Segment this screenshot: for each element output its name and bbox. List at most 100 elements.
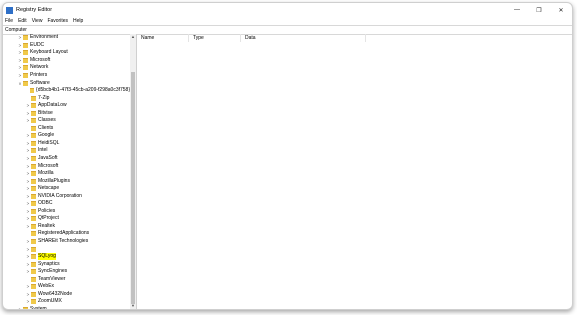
tree-item[interactable]: > SHAREit Technologies — [3, 238, 130, 246]
tree-item[interactable]: > EUDC — [3, 42, 130, 50]
tree-item[interactable]: RegisteredApplications — [3, 230, 130, 238]
tree-item[interactable]: > SQLyog — [3, 253, 130, 261]
menu-help[interactable]: Help — [73, 18, 83, 24]
menu-edit[interactable]: Edit — [18, 18, 27, 24]
tree-item[interactable]: > Classes — [3, 117, 130, 125]
tree-item-label: SHAREit Technologies — [38, 238, 89, 245]
tree-item-label: 7-Zip — [38, 94, 50, 101]
tree-item-label: QtProject — [38, 215, 59, 222]
tree-item-label: ODBC — [38, 200, 53, 207]
tree-item-label: Wow6432Node — [38, 290, 73, 297]
tree-item-label: NVIDIA Corporation — [38, 192, 82, 199]
folder-icon — [23, 306, 28, 309]
folder-icon — [31, 231, 36, 237]
tree-item[interactable]: > JavaSoft — [3, 155, 130, 163]
folder-icon — [23, 65, 28, 71]
folder-icon — [31, 148, 36, 154]
tree-item[interactable]: > Keyboard Layout — [3, 49, 130, 57]
tree-item-label: Keyboard Layout — [30, 49, 68, 56]
tree-item[interactable]: > Mozilla — [3, 170, 130, 178]
close-button[interactable]: ✕ — [550, 3, 572, 17]
folder-icon — [31, 208, 36, 214]
folder-icon — [31, 171, 36, 177]
tree-item-label: Mozilla — [38, 170, 54, 177]
tree-item[interactable]: > SyncEngines — [3, 268, 130, 276]
column-header-data[interactable]: Data — [241, 34, 366, 42]
maximize-button[interactable]: ❐ — [528, 3, 550, 17]
column-header-name[interactable]: Name — [137, 34, 189, 42]
tree-item[interactable]: > AppDataLow — [3, 102, 130, 110]
folder-icon — [31, 163, 36, 169]
folder-icon — [23, 73, 28, 78]
tree-item[interactable]: {d5bcb4b1-47f3-45cb-a209-f298a0c3f758} — [3, 87, 130, 95]
tree-item[interactable]: > Wow6432Node — [3, 291, 130, 299]
tree-item[interactable]: > Netscape — [3, 185, 130, 193]
scroll-down-arrow-icon[interactable]: ▼ — [130, 303, 136, 309]
tree-item[interactable]: > Printers — [3, 72, 130, 80]
scroll-up-arrow-icon[interactable]: ▲ — [130, 34, 136, 40]
folder-icon — [31, 125, 36, 131]
tree-item-label: Clients — [38, 124, 54, 131]
tree-item[interactable]: > Google — [3, 132, 130, 140]
folder-icon — [23, 42, 28, 48]
tree-item[interactable]: > Realtek — [3, 223, 130, 231]
registry-tree: > Environment > EUDC > Keyboard Layout > Micros… — [3, 34, 130, 309]
values-list-pane: Name Type Data — [137, 34, 572, 309]
tree-item-label: Classes — [38, 117, 56, 124]
tree-item-label: Synaptics — [38, 260, 60, 267]
tree-item[interactable]: > WebEx — [3, 283, 130, 291]
tree-item[interactable]: > Microsoft — [3, 162, 130, 170]
folder-icon — [31, 284, 36, 290]
tree-item-label: Printers — [30, 72, 48, 78]
tree-item-label: Bitvise — [38, 109, 53, 116]
folder-icon — [31, 118, 36, 124]
tree-item[interactable]: >System — [3, 306, 130, 309]
tree-item-label: SQLyog — [38, 253, 56, 261]
tree-item[interactable]: > Policies — [3, 208, 130, 216]
folder-icon — [31, 223, 36, 229]
tree-item[interactable]: > MozillaPlugins — [3, 177, 130, 185]
tree-item[interactable]: > HeidiSQL — [3, 140, 130, 148]
tree-item[interactable]: > Microsoft — [3, 57, 130, 65]
tree-item[interactable]: > Synaptics — [3, 260, 130, 268]
folder-icon — [31, 95, 36, 101]
menu-file[interactable]: File — [5, 18, 13, 24]
tree-item-label: ZoomUMX — [38, 298, 62, 305]
tree-item[interactable]: > Bitvise — [3, 109, 130, 117]
column-header-type[interactable]: Type — [189, 34, 241, 42]
tree-item[interactable]: > ODBC — [3, 200, 130, 208]
folder-icon — [31, 178, 36, 184]
tree-item-label: Google — [38, 132, 55, 139]
tree-scrollbar[interactable]: ▲ ▼ — [130, 34, 136, 309]
tree-item-label: Intel — [38, 147, 48, 154]
minimize-button[interactable]: — — [506, 3, 528, 17]
tree-item-label: RegisteredApplications — [38, 230, 90, 237]
tree-pane: > Environment > EUDC > Keyboard Layout > Micros… — [3, 34, 137, 309]
tree-item-label: HeidiSQL — [38, 139, 60, 146]
folder-icon — [31, 156, 36, 162]
tree-item[interactable]: > Environment — [3, 34, 130, 42]
tree-item-label: EUDC — [30, 41, 45, 48]
tree-item[interactable]: > Network — [3, 64, 130, 72]
tree-item-label: JavaSoft — [38, 155, 58, 162]
tree-item[interactable]: > ZoomUMX — [3, 298, 130, 306]
scroll-thumb[interactable] — [131, 72, 135, 304]
folder-icon — [31, 201, 36, 207]
menu-view[interactable]: View — [32, 18, 43, 24]
tree-item-label: Microsoft — [38, 162, 59, 169]
tree-item[interactable]: TeamViewer — [3, 276, 130, 284]
menu-favorites[interactable]: Favorites — [47, 18, 68, 24]
tree-item[interactable]: 7-Zip — [3, 94, 130, 102]
folder-icon — [31, 299, 36, 305]
content-area: > Environment > EUDC > Keyboard Layout > Micros… — [3, 34, 572, 309]
menu-bar: File Edit View Favorites Help — [3, 17, 572, 25]
folder-icon — [31, 291, 36, 297]
tree-item[interactable]: > QtProject — [3, 215, 130, 223]
tree-item[interactable]: Clients — [3, 125, 130, 133]
tree-item[interactable]: > NVIDIA Corporation — [3, 192, 130, 200]
tree-item[interactable]: v Software — [3, 79, 130, 87]
folder-icon — [31, 140, 36, 146]
tree-item[interactable]: > Intel — [3, 147, 130, 155]
tree-item[interactable]: > — [3, 245, 130, 253]
folder-icon — [31, 193, 36, 199]
